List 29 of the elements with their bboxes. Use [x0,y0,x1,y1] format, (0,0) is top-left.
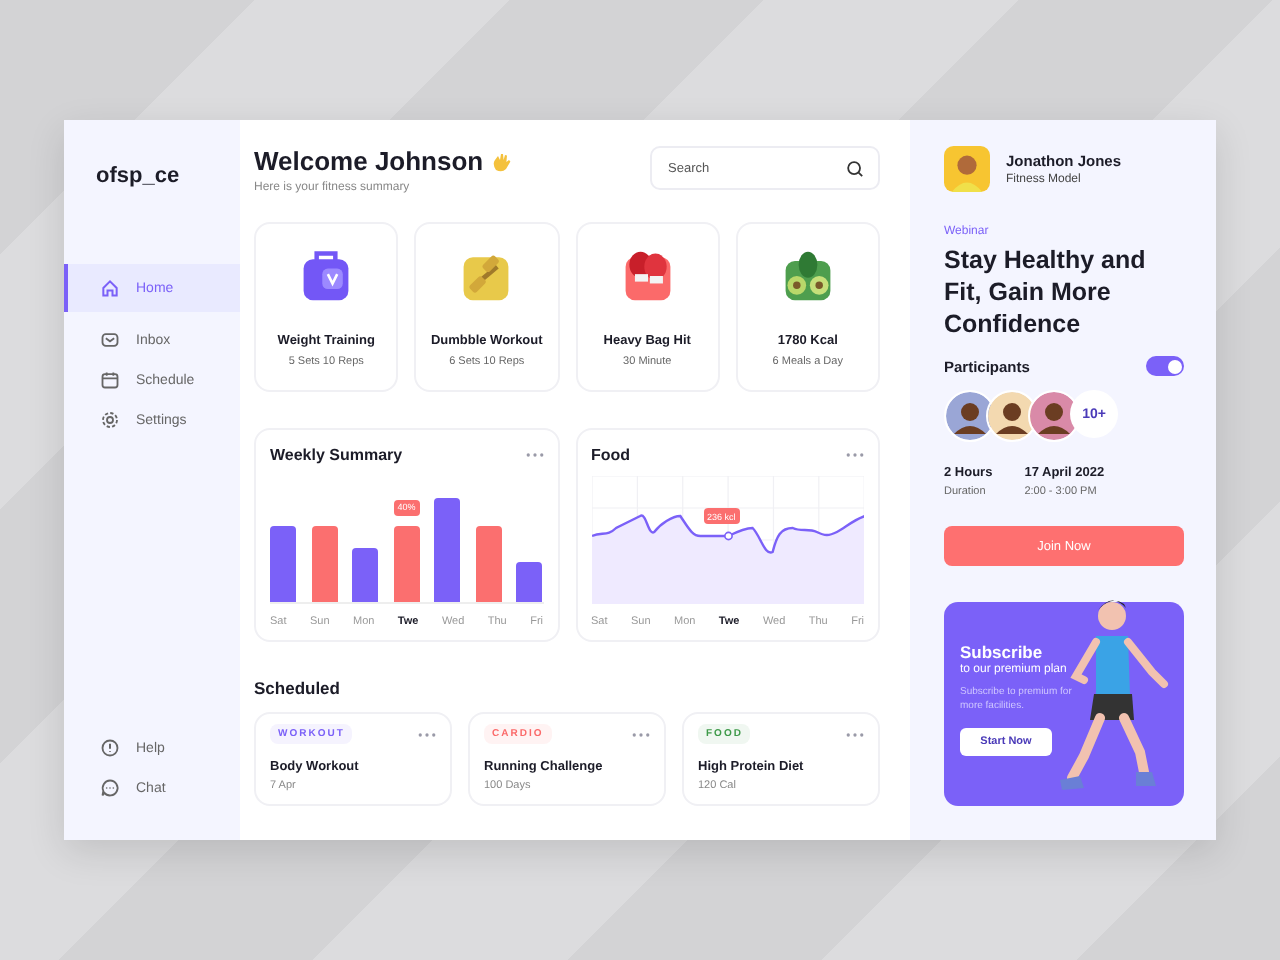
search-icon [846,159,864,177]
more-icon[interactable] [846,731,864,737]
avatar [944,146,990,192]
card-title: Weekly Summary [270,446,403,464]
more-icon[interactable] [525,452,543,458]
page-title: Welcome Johnson [254,146,484,176]
waving-hand-icon [489,149,514,173]
chart-bar [475,525,502,602]
section-title: Scheduled [254,678,342,698]
home-icon [100,278,120,298]
promo-title: Subscribe [960,642,1045,662]
chat-icon [100,778,120,798]
chart-bar [352,548,379,602]
chart-bar [516,561,543,602]
help-icon [100,738,120,758]
webinar-title: Stay Healthy and Fit, Gain More Confidence [944,244,1148,340]
more-icon[interactable] [846,452,864,458]
chart-bar [434,497,461,602]
inbox-icon [100,330,120,350]
settings-icon [100,410,120,430]
chart-bar [393,525,420,602]
chart-bar [311,525,338,602]
more-icon[interactable] [632,731,650,737]
chart-bar [270,525,296,602]
calendar-icon [100,370,120,390]
card-title: Food [591,446,631,464]
logo: ofsp_ce [96,164,182,188]
more-icon[interactable] [418,731,436,737]
toggle-switch[interactable] [1146,356,1184,376]
